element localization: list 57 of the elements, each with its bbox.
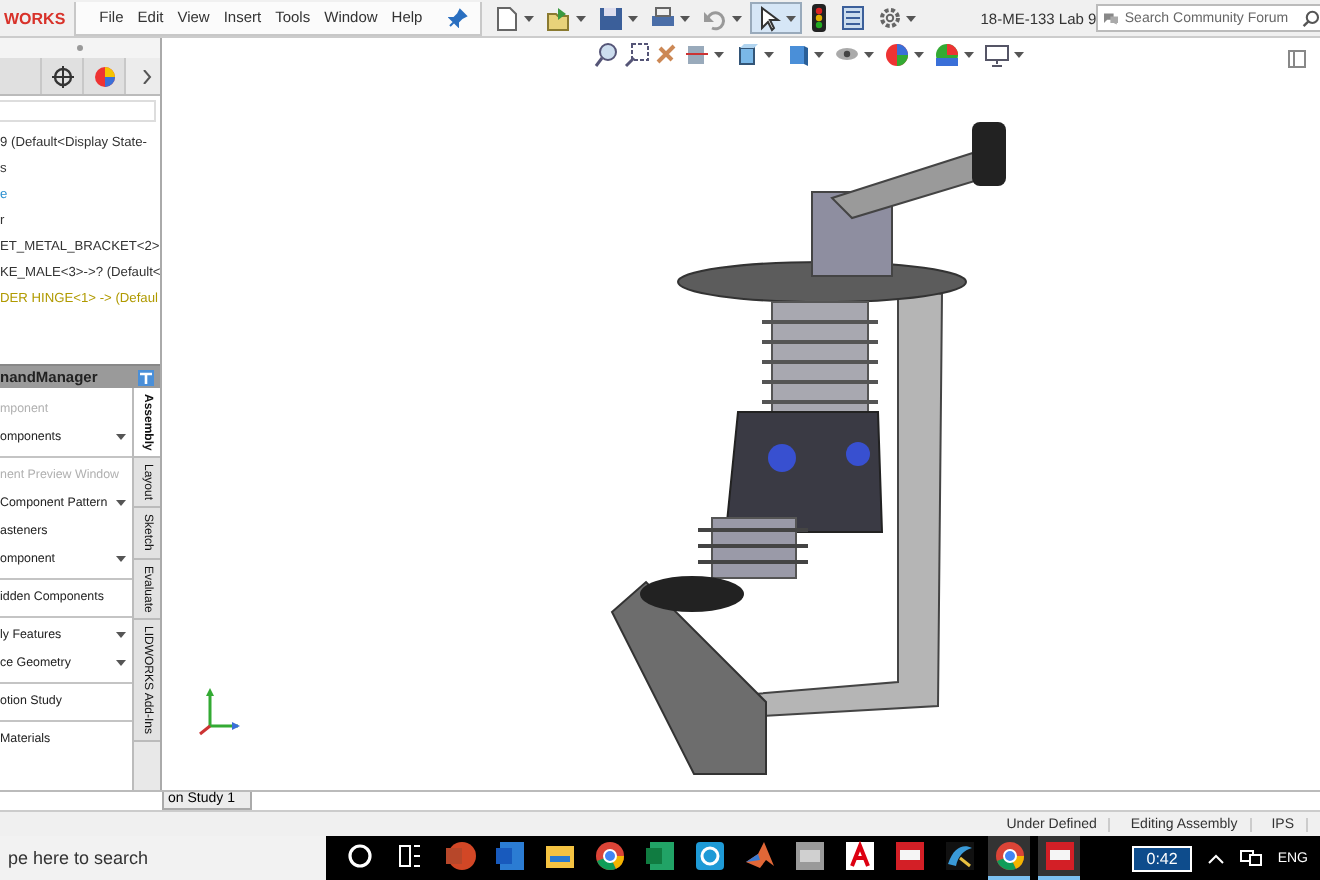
caret-icon[interactable] <box>914 52 924 58</box>
panel-toggle-icon[interactable] <box>1288 50 1306 68</box>
new-document-icon <box>494 5 521 31</box>
open-folder-button[interactable] <box>542 2 591 34</box>
view-orientation-icon[interactable] <box>734 42 760 68</box>
select-icon <box>756 5 783 31</box>
caret-icon[interactable] <box>1014 52 1024 58</box>
zoom-area-icon[interactable] <box>624 42 650 68</box>
taskview-icon <box>393 840 425 872</box>
battery-timer: 0:42 <box>1132 845 1192 871</box>
select-button[interactable] <box>750 2 803 34</box>
collapse-handle-icon[interactable] <box>76 44 84 52</box>
settings-button[interactable] <box>874 2 921 34</box>
taskbar-app-button[interactable] <box>1038 836 1080 880</box>
display-style-icon[interactable] <box>784 42 810 68</box>
chevron-up-icon[interactable] <box>1207 853 1224 863</box>
print-icon <box>650 5 677 31</box>
filter-field[interactable] <box>0 100 156 122</box>
color-wheel-icon <box>93 65 115 87</box>
monitor-icon[interactable] <box>984 42 1010 68</box>
caret-icon[interactable] <box>964 52 974 58</box>
search-icon <box>1302 7 1320 29</box>
traffic-light-icon[interactable] <box>812 4 827 32</box>
settings-icon <box>878 6 903 30</box>
caret-icon <box>786 15 797 21</box>
save-icon <box>598 5 625 31</box>
caret-icon <box>576 15 587 21</box>
caret-icon[interactable] <box>814 52 824 58</box>
caret-icon[interactable] <box>864 52 874 58</box>
taskbar-search-field[interactable]: pe here to search <box>0 836 326 880</box>
caret-icon <box>116 499 126 505</box>
open-folder-icon <box>546 5 573 31</box>
pin-icon[interactable] <box>448 7 469 27</box>
app-logo: WORKS <box>2 9 68 27</box>
caret-icon[interactable] <box>764 52 774 58</box>
section-view-icon[interactable] <box>684 42 710 68</box>
caret-icon <box>680 15 691 21</box>
caret-icon <box>116 433 126 439</box>
taskbar-app-button[interactable] <box>988 836 1030 880</box>
caret-icon <box>116 659 126 665</box>
caret-icon <box>524 15 535 21</box>
crosshair-icon <box>51 65 73 87</box>
undo-icon <box>702 5 729 31</box>
caret-icon <box>116 632 126 638</box>
network-icon[interactable] <box>1239 850 1262 866</box>
chat-icon <box>1104 11 1119 25</box>
caret-icon[interactable] <box>714 52 724 58</box>
zoom-fit-icon[interactable] <box>594 42 620 68</box>
panel-tab[interactable] <box>42 58 84 94</box>
chevron-right-icon[interactable] <box>142 69 152 83</box>
caret-icon <box>906 15 917 21</box>
caret-icon <box>628 15 639 21</box>
caret-icon <box>116 555 126 561</box>
caret-icon <box>732 15 743 21</box>
save-button[interactable] <box>594 2 643 34</box>
list-icon[interactable] <box>842 6 865 30</box>
axis-triad-icon <box>198 686 242 738</box>
